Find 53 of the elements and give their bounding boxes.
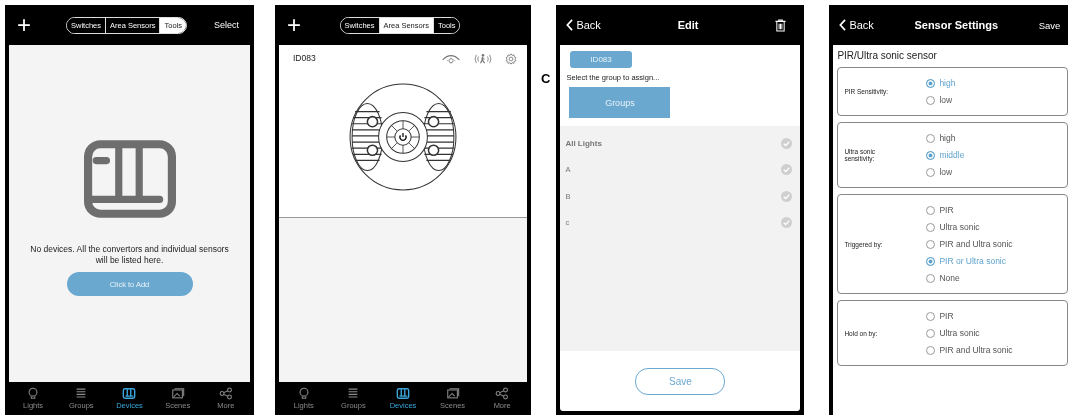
motion-person-icon[interactable]	[473, 53, 493, 65]
save-button[interactable]: Save	[1038, 19, 1061, 31]
add-button[interactable]: +	[9, 13, 39, 37]
radio-option[interactable]: PIR and Ultra sonic	[926, 345, 1013, 355]
back-button[interactable]: Back	[839, 19, 874, 31]
select-button[interactable]: Select	[214, 20, 250, 30]
device-id-badge: ID083	[570, 51, 632, 68]
radio-option[interactable]: high	[926, 133, 965, 143]
radio-option[interactable]: Ultra sonic	[926, 328, 1013, 338]
picture-icon	[170, 387, 185, 400]
radio-option[interactable]: PIR	[926, 311, 1013, 321]
chevron-left-icon	[839, 19, 847, 31]
chevron-left-icon	[566, 19, 574, 31]
share-icon	[218, 387, 233, 400]
radio-button[interactable]	[926, 133, 936, 143]
empty-message: No devices. All the convertors and individual sensors will be listed here.	[29, 244, 230, 267]
radio-option[interactable]: None	[926, 273, 1013, 283]
radio-option[interactable]: PIR	[926, 205, 1013, 215]
radio-option[interactable]: PIR and Ultra sonic	[926, 239, 1013, 249]
radio-button[interactable]	[926, 239, 936, 249]
radio-button[interactable]	[926, 256, 936, 266]
sensor-card[interactable]: ID083	[279, 45, 527, 218]
bulb-icon	[296, 387, 311, 400]
radio-option[interactable]: low	[926, 95, 956, 105]
trash-icon[interactable]	[775, 18, 787, 32]
radio-option[interactable]: low	[926, 167, 965, 177]
radio-button[interactable]	[926, 78, 936, 88]
share-icon	[495, 387, 510, 400]
screen-title: Sensor Settings	[914, 19, 999, 31]
back-button[interactable]: Back	[566, 19, 601, 31]
bulb-icon	[26, 387, 41, 400]
radio-option[interactable]: Ultra sonic	[926, 222, 1013, 232]
add-button[interactable]: +	[279, 13, 309, 37]
panel-icon	[396, 387, 410, 400]
settings-icon[interactable]	[505, 53, 517, 65]
radio-button[interactable]	[926, 167, 936, 177]
radio-button[interactable]	[926, 222, 936, 232]
radio-button[interactable]	[926, 205, 936, 215]
radio-button[interactable]	[926, 328, 936, 338]
section-heading: PIR/Ultra sonic sensor	[837, 50, 938, 61]
device-panel-icon	[83, 140, 176, 218]
radio-button[interactable]	[926, 345, 936, 355]
panel-icon	[122, 387, 137, 400]
radio-button[interactable]	[926, 273, 936, 283]
radio-button[interactable]	[926, 150, 936, 160]
light-level-icon[interactable]	[441, 53, 461, 65]
device-id: ID083	[293, 53, 316, 65]
screen-title: Edit	[677, 19, 699, 31]
panel-label: C	[541, 71, 551, 86]
radio-button[interactable]	[926, 95, 936, 105]
picture-icon	[445, 387, 460, 400]
radio-button[interactable]	[926, 311, 936, 321]
group-row[interactable]: All Lights	[560, 130, 801, 157]
